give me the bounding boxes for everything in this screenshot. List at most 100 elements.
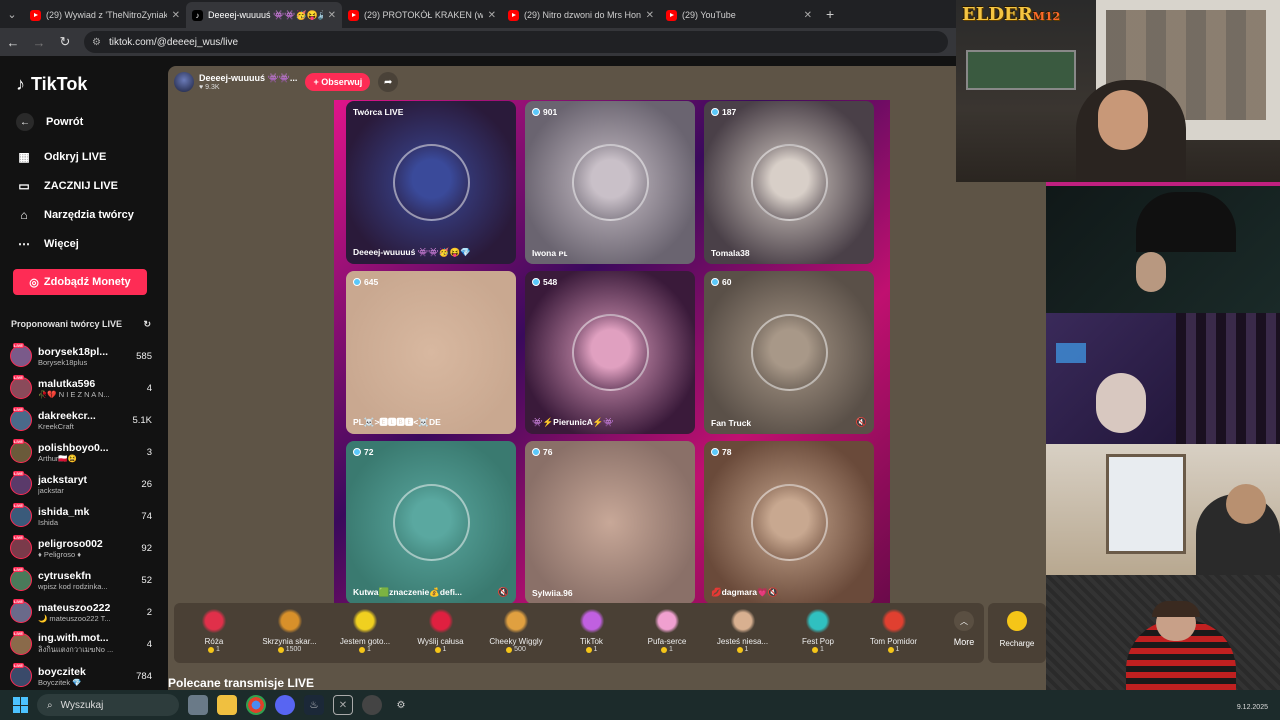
suggested-creator[interactable]: peligroso002♦ Peligroso ♦ 92: [10, 533, 152, 563]
gift-item[interactable]: Tom Pomidor 1: [859, 609, 929, 653]
guest-tile[interactable]: 187 Tomala38: [704, 101, 874, 264]
gift-item[interactable]: Fest Pop 1: [783, 609, 853, 653]
guest-name: PL☠️>🅴🅻🅱🅴<☠️DE: [353, 417, 441, 427]
host-avatar[interactable]: [174, 72, 194, 92]
new-tab-button[interactable]: +: [826, 6, 834, 22]
gift-item[interactable]: Wyślij całusa 1: [406, 609, 476, 653]
tiktok-logo[interactable]: ♪ TikTok: [16, 74, 87, 95]
gift-item[interactable]: Skrzynia skar... 1500: [255, 609, 325, 653]
gift-item[interactable]: Jestem goto... 1: [330, 609, 400, 653]
guest-tile[interactable]: 548 👾⚡PierunicA⚡👾: [525, 271, 695, 434]
settings-gear-icon[interactable]: ⚙: [391, 695, 411, 715]
guest-tile[interactable]: 76 Sylwiia.96: [525, 441, 695, 604]
gift-price: 1: [557, 646, 627, 653]
badge-text: Twórca LIVE: [353, 107, 404, 117]
windows-start-icon[interactable]: [13, 697, 29, 713]
refresh-icon[interactable]: ↻: [143, 319, 151, 330]
share-icon[interactable]: ➦: [378, 72, 399, 92]
coin-icon: ◎: [29, 276, 39, 289]
close-tab-icon[interactable]: ✕: [172, 10, 180, 21]
browser-tab[interactable]: (29) Nitro dzwoni do Mrs Hone ✕: [502, 2, 660, 28]
get-coins-button[interactable]: ◎ Zdobądź Monety: [13, 269, 147, 295]
suggested-creator[interactable]: cytrusekfnwpisz kod rodzinka... 52: [10, 565, 152, 595]
forward-icon[interactable]: →: [32, 35, 46, 50]
browser-tab[interactable]: ♪ Deeeej-wuuuuś 👾👾🥳😝🔊 ✕: [186, 2, 342, 28]
tab-title: (29) YouTube: [682, 10, 736, 20]
suggested-creator[interactable]: malutka596🥀💔 N I E Z N A N... 4: [10, 373, 152, 403]
browser-tab[interactable]: (29) Wywiad z 'TheNitroZyniak' ✕: [24, 2, 186, 28]
gift-item[interactable]: Jesteś niesa... 1: [708, 609, 778, 653]
gift-bar: Róża 1 Skrzynia skar... 1500 Jestem goto... 1…: [174, 603, 984, 663]
browser-tab[interactable]: (29) PROTOKÓŁ KRAKEN (wpro ✕: [342, 2, 502, 28]
browser-tab[interactable]: (29) YouTube ✕: [660, 2, 818, 28]
coin-icon: [887, 646, 894, 653]
gift-price-value: 1500: [285, 646, 302, 653]
gift-price-value: 1: [442, 646, 447, 653]
guest-tile[interactable]: 901 Iwona ᴘʟ: [525, 101, 695, 264]
gift-price: 1: [632, 646, 702, 653]
sidebar-nav-item[interactable]: ▭ ZACZNIJ LIVE: [16, 179, 118, 193]
gift-item[interactable]: Pufa-serce 1: [632, 609, 702, 653]
task-view-icon[interactable]: [188, 695, 208, 715]
sidebar-nav-item[interactable]: ▦ Odkryj LIVE: [16, 150, 106, 164]
viewer-count: 585: [136, 350, 152, 362]
guest-tile[interactable]: 60 Fan Truck 🔇: [704, 271, 874, 434]
score-icon: [532, 108, 540, 116]
suggested-creator[interactable]: borysek18pl...Borysek18plus 585: [10, 341, 152, 371]
gift-price: 1: [330, 646, 400, 653]
badge-text: 901: [543, 107, 558, 117]
suggested-creator[interactable]: ishida_mkIshida 74: [10, 501, 152, 531]
site-settings-icon[interactable]: ⚙: [92, 37, 101, 48]
close-tab-icon[interactable]: ✕: [328, 10, 336, 21]
suggested-creator[interactable]: polishboyo0...Arthur🇵🇱😫 3: [10, 437, 152, 467]
taskbar-search-placeholder: Wyszukaj: [60, 699, 104, 711]
suggested-creator[interactable]: dakreekcr...KreekCraft 5.1K: [10, 405, 152, 435]
suggested-creator[interactable]: jackstarytjackstar 26: [10, 469, 152, 499]
viewer-count: 26: [141, 478, 152, 490]
close-tab-icon[interactable]: ✕: [488, 10, 496, 21]
chrome-icon[interactable]: [246, 695, 266, 715]
gift-icon: [730, 609, 755, 633]
guest-score-badge: 901: [532, 107, 557, 117]
score-icon: [532, 278, 540, 286]
logo-text: TikTok: [31, 74, 88, 94]
creator-avatar: [10, 503, 32, 527]
sidebar-nav-item[interactable]: ⋯ Więcej: [16, 237, 79, 251]
creator-avatar: [10, 599, 32, 623]
back-icon[interactable]: ←: [6, 35, 20, 50]
suggested-creator[interactable]: mateuszoo222🌙 mateuszoo222 T... 2: [10, 597, 152, 627]
muted-mic-icon: 🔇: [855, 417, 867, 427]
recommended-lives-heading: Polecane transmisje LIVE: [168, 676, 315, 690]
suggested-creator[interactable]: ing.with.mot...ลิงกินแตงกวาเมฆNo ... 4: [10, 629, 152, 659]
discord-icon[interactable]: [275, 695, 295, 715]
creator-name: cytrusekfn: [38, 569, 92, 582]
guest-score-badge: 645: [353, 277, 378, 287]
viewer-count: 2: [146, 606, 152, 618]
gift-item[interactable]: Cheeky Wiggly 500: [481, 609, 551, 653]
file-explorer-icon[interactable]: [217, 695, 237, 715]
guest-cam-3: [1046, 444, 1280, 575]
close-tab-icon[interactable]: ✕: [646, 10, 654, 21]
taskbar-search[interactable]: ⌕ Wyszukaj: [37, 694, 179, 716]
back-link[interactable]: ← Powrót: [16, 113, 83, 131]
close-tab-icon[interactable]: ✕: [804, 10, 812, 21]
score-icon: [711, 278, 719, 286]
sidebar-nav-item[interactable]: ⌂ Narzędzia twórcy: [16, 208, 134, 222]
search-icon: ⌕: [47, 699, 53, 711]
tab-search-button[interactable]: ⌄: [0, 0, 24, 28]
gift-item[interactable]: TikTok 1: [557, 609, 627, 653]
host-info[interactable]: Deeeej-wuuuuś 👾👾... ♥ 9.3K: [174, 72, 297, 92]
obs-icon[interactable]: [362, 695, 382, 715]
guest-tile[interactable]: 645 PL☠️>🅴🅻🅱🅴<☠️DE: [346, 271, 516, 434]
gift-item[interactable]: Róża 1: [179, 609, 249, 653]
address-bar[interactable]: ⚙ tiktok.com/@deeeej_wus/live: [84, 31, 948, 53]
guest-tile[interactable]: 78 💋dagmara💗🔇: [704, 441, 874, 604]
guest-avatar: [751, 484, 828, 561]
follow-button[interactable]: + Obserwuj: [305, 73, 371, 91]
suggested-creator[interactable]: boyczitekBoyczitek 💎 784: [10, 661, 152, 690]
reload-icon[interactable]: ↻: [58, 34, 72, 50]
steam-icon[interactable]: ♨: [304, 695, 324, 715]
app-icon[interactable]: ✕: [333, 695, 353, 715]
guest-tile[interactable]: Twórca LIVE Deeeej-wuuuuś 👾👾🥳😝💎: [346, 101, 516, 264]
guest-tile[interactable]: 72 Kutwa🟩znaczenie💰defi... 🔇: [346, 441, 516, 604]
